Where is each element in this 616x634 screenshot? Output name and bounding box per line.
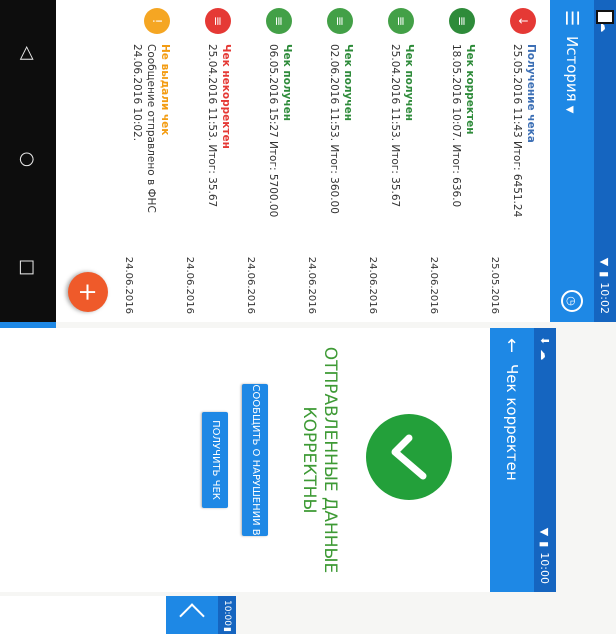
notification-icon: ⬇ <box>538 336 552 346</box>
app-bar: ← Чек корректен <box>490 328 534 592</box>
partial-screen: 10:00 ▮ <box>0 596 236 634</box>
history-list: ↓ Получение чека 25.05.2016 11:43 Итог: 64… <box>56 0 550 322</box>
item-date: 24.06.2016 <box>367 256 378 314</box>
home-icon[interactable]: ○ <box>18 152 39 168</box>
list-item[interactable]: ≡ Чек получен 02.06.2016 11:53. Итог: 360.… <box>300 0 361 322</box>
list-item[interactable]: ≡ Чек некорректен 25.04.2016 11:53. Итог: … <box>178 0 239 322</box>
receipt-icon: ≡ <box>205 8 231 34</box>
item-details: 06.05.2016 15:27 Итог: 5700.00 <box>267 44 279 218</box>
receipt-icon: ≡ <box>388 8 414 34</box>
recents-icon[interactable]: □ <box>18 259 39 276</box>
item-title: Чек некорректен <box>220 44 232 149</box>
item-text: Чек некорректен 25.04.2016 11:53. Итог: 3… <box>205 44 233 314</box>
page-title: История <box>563 36 581 102</box>
status-time: 10:00 <box>538 552 552 584</box>
history-title-dropdown[interactable]: История ▼ <box>563 36 581 290</box>
item-title: Не выдали чек <box>159 44 171 136</box>
clock-icon[interactable]: ◷ <box>561 290 583 312</box>
item-text: Не выдали чек Сообщение отправлено в ФНС 2… <box>130 44 172 314</box>
status-time: 10:02 <box>598 282 612 314</box>
chevron-icon[interactable] <box>179 603 205 629</box>
scan-mark <box>596 10 614 24</box>
item-text: Чек корректен 18.05.2016 10:07. Итог: 636… <box>449 44 477 314</box>
add-button[interactable]: + <box>68 272 108 312</box>
battery-icon: ▮ <box>598 271 612 278</box>
status-bar: ⬇ ☁ ▼ ▮ 10:00 <box>534 328 556 592</box>
status-right: ▼ ▮ 10:02 <box>599 258 612 314</box>
checkmark-glyph <box>391 434 427 480</box>
app-bar: ☰ История ▼ ◷ <box>550 0 594 322</box>
checkmark-icon <box>366 414 452 500</box>
get-receipt-button[interactable]: ПОЛУЧИТЬ ЧЕК <box>202 412 228 508</box>
item-details: 18.05.2016 10:07. Итог: 636.0 <box>450 44 462 208</box>
item-date: 24.06.2016 <box>306 256 317 314</box>
item-text: Чек получен 06.05.2016 15:27 Итог: 5700.0… <box>266 44 294 314</box>
item-title: Чек получен <box>281 44 293 121</box>
item-details: 25.04.2016 11:53. Итог: 35.67 <box>206 44 218 208</box>
app-bar <box>166 596 218 634</box>
item-title: Чек корректен <box>464 44 476 135</box>
item-title: Чек получен <box>403 44 415 121</box>
status-bar: ⬇☁ ▼ ▮ 10:02 <box>594 0 616 322</box>
list-item[interactable]: ≡ Чек корректен 18.05.2016 10:07. Итог: 63… <box>422 0 483 322</box>
photographed-screens: ⬇☁ ▼ ▮ 10:02 ☰ История▼ ◷ ↓Получение чек… <box>0 0 616 634</box>
item-details: 25.05.2016 11:43 Итог: 6451.24 <box>511 44 523 218</box>
wifi-icon: ▼ <box>598 257 612 267</box>
receipt-icon: ≡ <box>449 8 475 34</box>
list-item[interactable]: ≡ Чек получен 06.05.2016 15:27 Итог: 5700.… <box>239 0 300 322</box>
receipt-icon: ↓ <box>510 8 536 34</box>
receipt-icon: ≡ <box>327 8 353 34</box>
chevron-down-icon: ▼ <box>564 105 575 114</box>
item-title: Чек получен <box>342 44 354 121</box>
back-arrow-icon[interactable]: ← <box>502 338 523 364</box>
result-message: ОТПРАВЛЕННЫЕ ДАННЫЕ КОРРЕКТНЫ <box>299 346 340 574</box>
item-date: 24.06.2016 <box>123 256 134 314</box>
receipt-icon: ! <box>144 8 170 34</box>
report-violation-button[interactable]: СООБЩИТЬ О НАРУШЕНИИ В ФНС <box>224 384 268 536</box>
check-result-screen: ⬇ ☁ ▼ ▮ 10:00 ← Чек корректен ОТПРАВЛЕННЫ… <box>0 328 556 592</box>
item-details: 02.06.2016 11:53. Итог: 360.00 <box>328 44 340 214</box>
back-icon[interactable]: ◁ <box>18 46 39 60</box>
receipt-icon: ≡ <box>266 8 292 34</box>
item-date: 24.06.2016 <box>245 256 256 314</box>
item-title: Получение чека <box>525 44 537 143</box>
system-nav-bar: ◁ ○ □ <box>0 0 56 322</box>
notification-icons: ⬇☁ <box>539 336 552 360</box>
list-item[interactable]: ↓ Получение чека 25.05.2016 11:43 Итог: 64… <box>483 0 544 322</box>
list-item[interactable]: ! Не выдали чек Сообщение отправлено в ФНС… <box>117 0 178 322</box>
battery-icon: ▮ <box>222 627 232 632</box>
battery-icon: ▮ <box>538 541 552 548</box>
item-details: 25.04.2016 11:53. Итог: 35.67 <box>389 44 401 208</box>
notification-icon: ☁ <box>538 349 552 361</box>
item-text: Получение чека 25.05.2016 11:43 Итог: 645… <box>510 44 538 314</box>
item-text: Чек получен 02.06.2016 11:53. Итог: 360.0… <box>327 44 355 314</box>
item-date: 25.05.2016 <box>489 256 500 314</box>
item-date: 24.06.2016 <box>428 256 439 314</box>
status-right: ▼ ▮ 10:00 <box>539 528 552 584</box>
wifi-icon: ▼ <box>538 527 552 537</box>
history-screen: ⬇☁ ▼ ▮ 10:02 ☰ История ▼ ◷ ↓ Получение чек… <box>56 0 616 322</box>
item-details: Сообщение отправлено в ФНС <box>145 44 157 213</box>
status-bar: 10:00 ▮ <box>218 596 236 634</box>
menu-icon[interactable]: ☰ <box>562 10 583 36</box>
result-content: ОТПРАВЛЕННЫЕ ДАННЫЕ КОРРЕКТНЫ СООБЩИТЬ О… <box>0 328 490 592</box>
item-text: Чек получен 25.04.2016 11:53. Итог: 35.67 <box>388 44 416 314</box>
page-title: Чек корректен <box>503 364 521 481</box>
list-item[interactable]: ≡ Чек получен 25.04.2016 11:53. Итог: 35.6… <box>361 0 422 322</box>
item-date: 24.06.2016 <box>184 256 195 314</box>
status-time: 10:00 <box>222 600 232 626</box>
